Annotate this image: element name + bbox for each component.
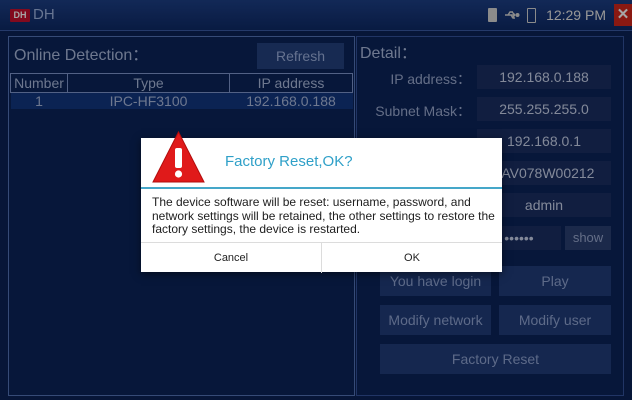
dialog-header: Factory Reset,OK? xyxy=(141,130,502,189)
ok-button[interactable]: OK xyxy=(321,243,502,273)
factory-reset-dialog: Factory Reset,OK? The device software wi… xyxy=(141,130,502,273)
warning-icon xyxy=(152,130,205,183)
device-screen: DH DH 12:29 PM ✕ Online Detection： Refre… xyxy=(0,0,632,400)
dialog-title: Factory Reset,OK? xyxy=(225,153,353,170)
dialog-message: The device software will be reset: usern… xyxy=(152,195,495,236)
cancel-button[interactable]: Cancel xyxy=(141,243,321,273)
dialog-buttons: Cancel OK xyxy=(141,242,502,273)
